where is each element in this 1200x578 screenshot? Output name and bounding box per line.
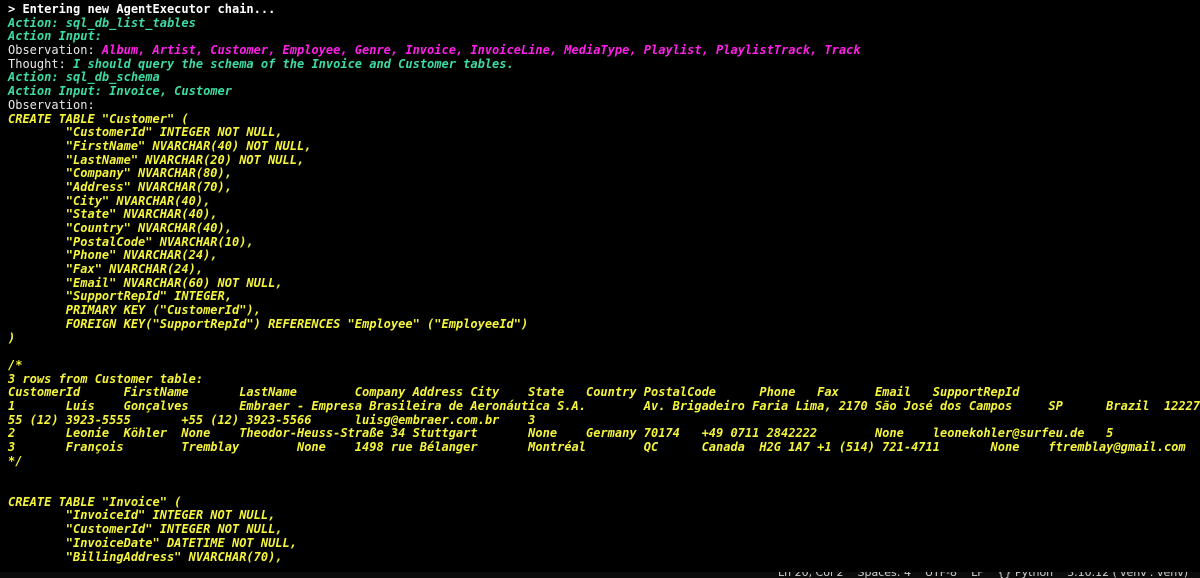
terminal-text: "InvoiceDate" DATETIME NOT NULL,	[8, 535, 297, 550]
terminal-text: Observation:	[8, 97, 95, 112]
status-bar-item[interactable]: 3.10.12 ('venv': venv)	[1067, 572, 1188, 578]
terminal-line: "BillingAddress" NVARCHAR(70),	[8, 549, 1200, 565]
status-bar-item[interactable]: UTF-8	[925, 572, 957, 578]
status-bar-item[interactable]: LF	[971, 572, 983, 578]
terminal-text: "City" NVARCHAR(40),	[8, 193, 211, 208]
terminal-line: PRIMARY KEY ("CustomerId"),	[8, 303, 1200, 318]
terminal-text: /*	[8, 357, 23, 372]
terminal-text: Thought:	[8, 56, 74, 71]
terminal-text: CustomerId FirstName LastName Company Ad…	[8, 385, 1020, 400]
terminal-line: Observation:	[8, 97, 1200, 113]
terminal-line: Action: sql_db_schema	[8, 71, 1200, 85]
terminal-text: "CustomerId" INTEGER NOT NULL,	[8, 522, 283, 537]
terminal-line: "Country" NVARCHAR(40),	[8, 221, 1200, 236]
terminal-text: "Email" NVARCHAR(60) NOT NULL,	[8, 275, 283, 290]
terminal-text: */	[8, 453, 23, 468]
terminal-text: "Fax" NVARCHAR(24),	[8, 262, 204, 277]
terminal-text: "Phone" NVARCHAR(24),	[8, 248, 218, 263]
terminal-line: Observation: Album, Artist, Customer, Em…	[8, 43, 1200, 58]
terminal-text: "CustomerId" INTEGER NOT NULL,	[8, 125, 283, 140]
terminal-line: FOREIGN KEY("SupportRepId") REFERENCES "…	[8, 316, 1200, 332]
terminal-text: CREATE TABLE "Customer" (	[8, 111, 189, 126]
terminal-text: Album, Artist, Customer, Employee, Genre…	[101, 43, 861, 58]
terminal-text: Action: sql_db_schema	[8, 70, 160, 85]
terminal-output[interactable]: > Entering new AgentExecutor chain... Act…	[8, 2, 1200, 565]
terminal-line: Action Input: Invoice, Customer	[8, 84, 1200, 99]
terminal-line: "SupportRepId" INTEGER,	[8, 290, 1200, 304]
terminal-line: 55 (12) 3923-5555 +55 (12) 3923-5566 lui…	[8, 412, 1200, 428]
terminal-text: Action Input:	[8, 29, 102, 44]
status-bar-item[interactable]: Ln 20, Col 2	[778, 572, 844, 578]
terminal-line: CREATE TABLE "Invoice" (	[8, 494, 1200, 510]
terminal-text: Action Input: Invoice, Customer	[8, 84, 232, 99]
terminal-line: "LastName" NVARCHAR(20) NOT NULL,	[8, 152, 1200, 168]
terminal-line: "City" NVARCHAR(40),	[8, 193, 1200, 209]
terminal-text: > Entering new AgentExecutor chain...	[8, 2, 276, 16]
terminal-line: "InvoiceId" INTEGER NOT NULL,	[8, 509, 1200, 523]
terminal-line: "Fax" NVARCHAR(24),	[8, 262, 1200, 277]
terminal-line: "PostalCode" NVARCHAR(10),	[8, 234, 1200, 250]
terminal-line: )	[8, 330, 1200, 346]
terminal-text: 3 rows from Customer table:	[8, 371, 204, 386]
terminal-text: 3 François Tremblay None 1498 rue Bélang…	[8, 440, 1200, 454]
terminal-line: "CustomerId" INTEGER NOT NULL,	[8, 522, 1200, 537]
terminal-line: > Entering new AgentExecutor chain...	[8, 2, 1200, 17]
terminal-line: 3 rows from Customer table:	[8, 371, 1200, 387]
terminal-text: Observation:	[8, 43, 102, 58]
terminal-line: "FirstName" NVARCHAR(40) NOT NULL,	[8, 138, 1200, 154]
terminal-text: "FirstName" NVARCHAR(40) NOT NULL,	[8, 138, 312, 153]
terminal-text: "State" NVARCHAR(40),	[8, 207, 218, 222]
terminal-line: 3 François Tremblay None 1498 rue Bélang…	[8, 440, 1200, 455]
terminal-text: CREATE TABLE "Invoice" (	[8, 494, 182, 509]
status-bar-item[interactable]: Spaces: 4	[858, 572, 911, 578]
terminal-text: )	[8, 330, 16, 345]
status-bar: Ln 20, Col 2 Spaces: 4 UTF-8 LF {} Python 3.1…	[0, 572, 1200, 578]
terminal-line: Thought: I should query the schema of th…	[8, 56, 1200, 72]
terminal-text: "LastName" NVARCHAR(20) NOT NULL,	[8, 152, 305, 167]
terminal-line: 1 Luís Gonçalves Embraer - Empresa Brasi…	[8, 398, 1200, 414]
terminal-line: "InvoiceDate" DATETIME NOT NULL,	[8, 535, 1200, 551]
terminal-line: 2 Leonie Köhler None Theodor-Heuss-Straß…	[8, 426, 1200, 441]
terminal-text: "SupportRepId" INTEGER,	[8, 289, 232, 304]
terminal-text: PRIMARY KEY ("CustomerId"),	[8, 303, 261, 318]
terminal-text: "Address" NVARCHAR(70),	[8, 179, 232, 194]
terminal-text: "BillingAddress" NVARCHAR(70),	[8, 549, 283, 564]
terminal-text: 1 Luís Gonçalves Embraer - Empresa Brasi…	[8, 398, 1200, 413]
status-bar-item[interactable]: {} Python	[998, 572, 1054, 578]
terminal-text: "Company" NVARCHAR(80),	[8, 166, 232, 181]
terminal-line: CustomerId FirstName LastName Company Ad…	[8, 385, 1200, 400]
terminal-line: Action Input:	[8, 30, 1200, 44]
terminal-text: 2 Leonie Köhler None Theodor-Heuss-Straß…	[8, 426, 1114, 441]
status-bar-items: Ln 20, Col 2 Spaces: 4 UTF-8 LF {} Python 3.1…	[778, 572, 1188, 578]
terminal-line: "State" NVARCHAR(40),	[8, 207, 1200, 222]
terminal-line: /*	[8, 357, 1200, 373]
terminal-line: */	[8, 453, 1200, 469]
terminal-line: "Address" NVARCHAR(70),	[8, 179, 1200, 195]
terminal-line: CREATE TABLE "Customer" (	[8, 111, 1200, 127]
terminal-text: FOREIGN KEY("SupportRepId") REFERENCES "…	[8, 316, 529, 331]
terminal-line: "Email" NVARCHAR(60) NOT NULL,	[8, 275, 1200, 291]
terminal-line: Action: sql_db_list_tables	[8, 15, 1200, 31]
terminal-line: "Phone" NVARCHAR(24),	[8, 249, 1200, 263]
terminal-text: "Country" NVARCHAR(40),	[8, 221, 232, 235]
terminal-text: 55 (12) 3923-5555 +55 (12) 3923-5566 lui…	[8, 412, 536, 427]
terminal-line: "Company" NVARCHAR(80),	[8, 166, 1200, 181]
terminal-text: Action: sql_db_list_tables	[8, 15, 196, 30]
terminal-text: "PostalCode" NVARCHAR(10),	[8, 234, 254, 249]
terminal-text: I should query the schema of the Invoice…	[73, 56, 514, 71]
terminal-line: "CustomerId" INTEGER NOT NULL,	[8, 125, 1200, 140]
terminal-text: "InvoiceId" INTEGER NOT NULL,	[8, 508, 276, 523]
